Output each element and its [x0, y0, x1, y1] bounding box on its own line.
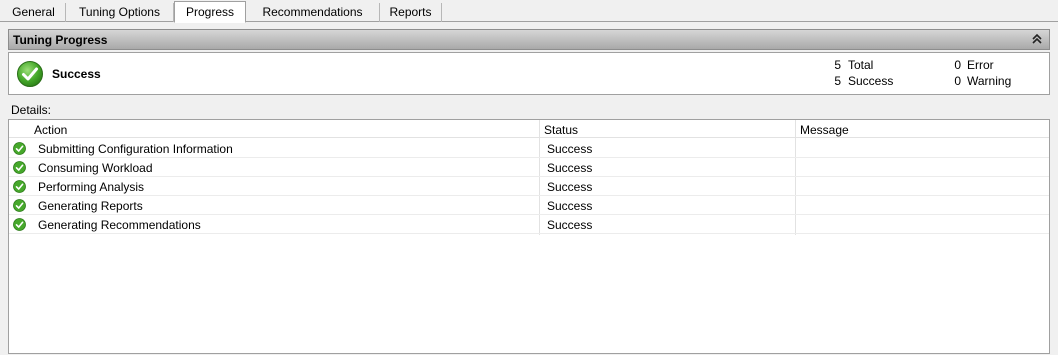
error-label: Error — [967, 58, 994, 72]
tab-recommendations[interactable]: Recommendations — [246, 3, 380, 22]
row-status: Success — [547, 161, 593, 175]
success-check-icon — [13, 142, 26, 155]
summary-box: Success 5 Total 5 Success 0 Error 0 Warn… — [8, 52, 1050, 95]
success-label: Success — [848, 74, 894, 88]
total-label: Total — [848, 58, 874, 72]
success-check-icon — [13, 199, 26, 212]
column-header-action[interactable]: Action — [34, 123, 67, 137]
tuning-progress-header: Tuning Progress — [8, 29, 1050, 50]
tab-general[interactable]: General — [2, 3, 66, 22]
success-check-icon — [13, 180, 26, 193]
row-action: Generating Recommendations — [38, 218, 201, 232]
row-action: Performing Analysis — [38, 180, 145, 194]
row-status: Success — [547, 142, 593, 156]
table-row[interactable]: Performing Analysis Success — [9, 177, 1049, 196]
row-action: Generating Reports — [38, 199, 143, 213]
details-label: Details: — [11, 103, 52, 117]
table-row[interactable]: Submitting Configuration Information Suc… — [9, 139, 1049, 158]
row-action: Consuming Workload — [38, 161, 153, 175]
success-check-icon — [13, 161, 26, 174]
table-row[interactable]: Consuming Workload Success — [9, 158, 1049, 177]
tab-tuning-options[interactable]: Tuning Options — [66, 3, 174, 22]
grid-header: Action Status Message — [9, 120, 1049, 138]
progress-panel: Tuning Progress Success 5 Total 5 Succes… — [0, 22, 1058, 355]
warning-label: Warning — [967, 74, 1012, 88]
section-title: Tuning Progress — [13, 33, 108, 47]
row-status: Success — [547, 199, 593, 213]
tab-bar: General Tuning Options Progress Recommen… — [0, 0, 1058, 23]
row-status: Success — [547, 218, 593, 232]
success-check-icon — [13, 218, 26, 231]
row-action: Submitting Configuration Information — [38, 142, 233, 156]
table-row[interactable]: Generating Recommendations Success — [9, 215, 1049, 234]
success-check-icon — [17, 61, 43, 87]
column-header-message[interactable]: Message — [800, 123, 849, 137]
tab-reports[interactable]: Reports — [380, 3, 442, 22]
double-chevron-up-icon[interactable] — [1030, 32, 1044, 46]
overall-status: Success — [52, 67, 101, 81]
table-row[interactable]: Generating Reports Success — [9, 196, 1049, 215]
details-grid[interactable]: Action Status Message Submitting Configu… — [8, 119, 1050, 354]
tab-progress[interactable]: Progress — [174, 1, 246, 23]
row-status: Success — [547, 180, 593, 194]
column-header-status[interactable]: Status — [544, 123, 578, 137]
